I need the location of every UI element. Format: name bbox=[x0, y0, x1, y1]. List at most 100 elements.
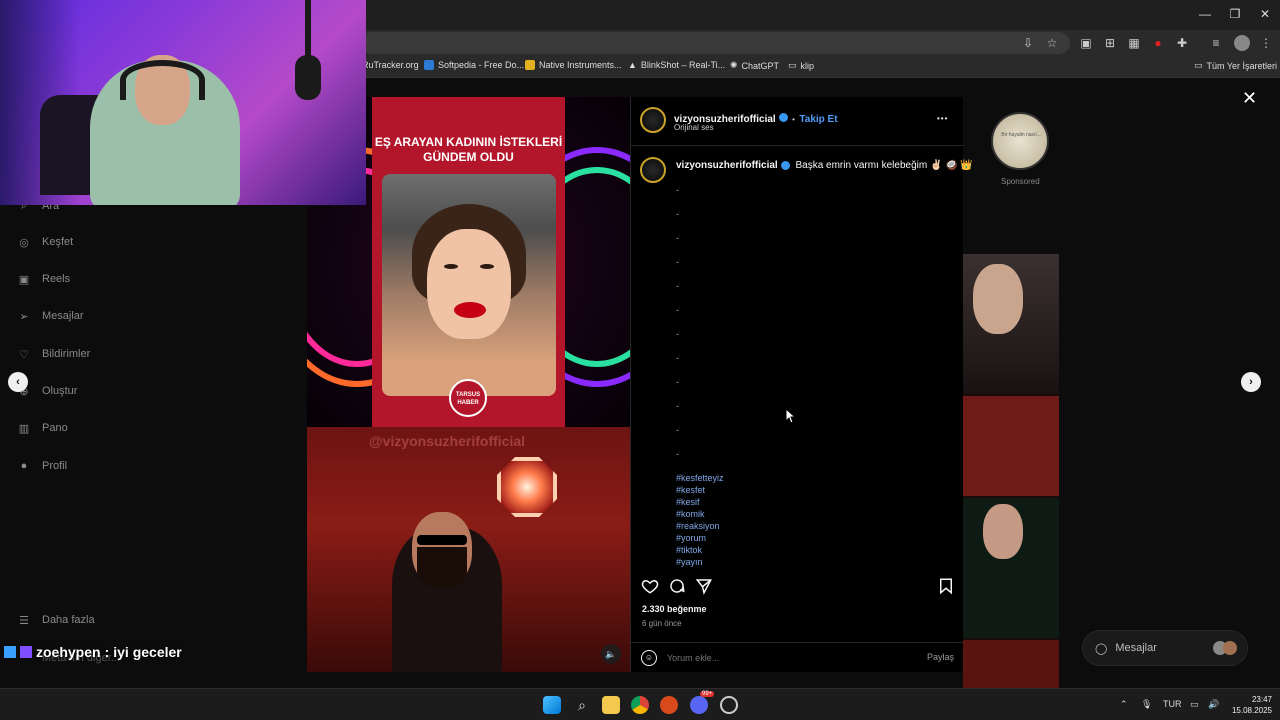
microphone-icon[interactable]: 🎙 bbox=[1141, 699, 1152, 710]
messages-button[interactable]: ◯ Mesajlar bbox=[1082, 630, 1248, 666]
comment-icon[interactable] bbox=[668, 577, 686, 595]
translate-icon[interactable]: ⊞ bbox=[1102, 35, 1118, 51]
headset bbox=[120, 60, 205, 100]
profile-avatar[interactable] bbox=[1234, 35, 1250, 51]
language-indicator[interactable]: TUR bbox=[1163, 699, 1182, 709]
hashtag[interactable]: #reaksiyon bbox=[676, 521, 720, 531]
caption-dash: - bbox=[676, 185, 679, 195]
hashtag[interactable]: #kesfet bbox=[676, 485, 705, 495]
restore-icon[interactable]: ❐ bbox=[1220, 4, 1250, 24]
audio-label[interactable]: Orijinal ses bbox=[674, 123, 714, 132]
caption-username[interactable]: vizyonsuzherifofficial bbox=[676, 160, 778, 171]
previous-post-arrow[interactable]: ‹ bbox=[8, 372, 28, 392]
hashtag[interactable]: #kesfetteyiz bbox=[676, 473, 724, 483]
hashtag[interactable]: #yorum bbox=[676, 533, 706, 543]
discord-icon[interactable]: 99+ bbox=[690, 691, 715, 714]
caption-dash: - bbox=[676, 281, 679, 291]
hex-mirror bbox=[497, 457, 557, 517]
card-photo bbox=[382, 174, 556, 396]
file-explorer-icon[interactable] bbox=[602, 696, 620, 714]
sponsored-story[interactable]: Bir hayalin nasıl... bbox=[991, 112, 1049, 170]
bookmark-chatgpt[interactable]: ✺ ChatGPT bbox=[730, 60, 779, 71]
windows-start-icon[interactable] bbox=[543, 696, 561, 714]
network-icon[interactable]: ▭ bbox=[1190, 699, 1199, 710]
caption-dash: - bbox=[676, 377, 679, 387]
author-avatar[interactable] bbox=[640, 107, 666, 133]
reel-bottom-frame: @vizyonsuzherifofficial bbox=[307, 427, 630, 672]
chart-icon: ▥ bbox=[18, 422, 30, 435]
share-icon[interactable] bbox=[695, 577, 713, 595]
messages-avatars bbox=[1213, 641, 1237, 655]
hashtag[interactable]: #tiktok bbox=[676, 545, 702, 555]
comment-input[interactable] bbox=[667, 650, 907, 666]
bookmark-native-instruments[interactable]: Native Instruments... bbox=[525, 60, 622, 70]
more-options-icon[interactable]: ••• bbox=[937, 114, 948, 123]
system-clock[interactable]: 23:47 15.08.2025 bbox=[1228, 694, 1272, 716]
sidebar-item-more[interactable]: ☰ Daha fazla bbox=[16, 612, 95, 628]
volume-icon[interactable]: 🔊 bbox=[1208, 699, 1219, 710]
bookmark-rutracker[interactable]: RuTracker.org bbox=[362, 60, 419, 70]
bookmark-softpedia[interactable]: Softpedia - Free Do... bbox=[424, 60, 524, 70]
taskbar: ⌕ 99+ ⌃ 🎙 TUR ▭ 🔊 23:47 15.08.2025 bbox=[0, 688, 1280, 720]
sidebar-item-profile[interactable]: ● Profil bbox=[16, 458, 67, 474]
verified-icon bbox=[778, 113, 788, 123]
save-icon[interactable] bbox=[937, 577, 955, 595]
all-bookmarks[interactable]: ▭ Tüm Yer İşaretleri bbox=[1194, 60, 1277, 71]
calendar-extension-icon[interactable]: ▦ bbox=[1126, 35, 1142, 51]
sidebar-item-notifications[interactable]: ♡ Bildirimler bbox=[16, 346, 90, 362]
heart-icon: ♡ bbox=[19, 348, 29, 361]
chat-badge-icon bbox=[4, 646, 16, 658]
chatgpt-icon: ✺ bbox=[730, 60, 738, 70]
kebab-menu-icon[interactable]: ⋮ bbox=[1258, 35, 1274, 51]
sidebar-item-explore[interactable]: ◎ Keşfet bbox=[16, 234, 73, 250]
post-comment-button[interactable]: Paylaş bbox=[927, 652, 954, 662]
bookmark-klip[interactable]: ▭ klip bbox=[788, 60, 814, 71]
caption-dash: - bbox=[676, 425, 679, 435]
softpedia-icon bbox=[424, 60, 434, 70]
puzzle-icon[interactable]: ✚ bbox=[1174, 35, 1190, 51]
verified-icon bbox=[780, 160, 790, 170]
reels-icon: ▣ bbox=[18, 273, 30, 286]
app-icon[interactable] bbox=[720, 696, 738, 714]
like-count[interactable]: 2.330 beğenme bbox=[642, 604, 707, 614]
screen: — ❐ ✕ ⇩ ☆ ▣ ⊞ ▦ ● ✚ ≡ ⋮ RuTracker.org So… bbox=[0, 0, 1280, 720]
volume-icon[interactable]: 🔈 bbox=[601, 644, 621, 664]
sidebar-item-messages[interactable]: ➢ Mesajlar bbox=[16, 308, 83, 324]
sidebar-item-dashboard[interactable]: ▥ Pano bbox=[16, 420, 68, 436]
compass-icon: ◎ bbox=[19, 236, 29, 249]
caption-avatar[interactable] bbox=[640, 157, 666, 183]
hashtag[interactable]: #kesif bbox=[676, 497, 700, 507]
folder-icon bbox=[525, 60, 535, 70]
folder-outline-icon: ▭ bbox=[788, 60, 797, 70]
app-icon[interactable] bbox=[660, 696, 678, 714]
install-icon[interactable]: ⇩ bbox=[1020, 35, 1036, 51]
microphone bbox=[295, 55, 321, 100]
window-close-icon[interactable]: ✕ bbox=[1250, 4, 1280, 24]
next-post-arrow[interactable]: › bbox=[1241, 372, 1261, 392]
sidebar-item-reels[interactable]: ▣ Reels bbox=[16, 271, 70, 287]
tray-chevron-icon[interactable]: ⌃ bbox=[1120, 699, 1128, 710]
address-bar[interactable]: ⇩ ☆ bbox=[360, 32, 1070, 54]
close-icon[interactable]: ✕ bbox=[1242, 88, 1257, 109]
next-post-preview[interactable] bbox=[963, 254, 1059, 688]
caption-dash: - bbox=[676, 329, 679, 339]
search-icon[interactable]: ⌕ bbox=[573, 696, 591, 714]
emoji-icon[interactable]: ☺ bbox=[641, 650, 657, 666]
post-panel: vizyonsuzherifofficial • Takip Et Orijin… bbox=[630, 97, 973, 672]
chrome-icon[interactable] bbox=[631, 696, 649, 714]
hashtag[interactable]: #komik bbox=[676, 509, 705, 519]
discord-badge: 99+ bbox=[700, 691, 715, 697]
stream-chat-message: zoehypen : iyi geceler bbox=[4, 644, 182, 660]
mouse-cursor-icon bbox=[786, 409, 796, 424]
follow-button[interactable]: Takip Et bbox=[799, 114, 837, 125]
card-title: EŞ ARAYAN KADININ İSTEKLERİ GÜNDEM OLDU bbox=[374, 135, 563, 164]
hashtag[interactable]: #yayın bbox=[676, 557, 703, 567]
extension-icon[interactable]: ▣ bbox=[1078, 35, 1094, 51]
media-control-icon[interactable]: ≡ bbox=[1208, 35, 1224, 51]
bookmark-blinkshot[interactable]: ▲ BlinkShot – Real-Ti... bbox=[628, 60, 725, 70]
minimize-icon[interactable]: — bbox=[1190, 4, 1220, 24]
caption-dash: - bbox=[676, 209, 679, 219]
like-icon[interactable] bbox=[641, 577, 659, 595]
record-icon[interactable]: ● bbox=[1150, 35, 1166, 51]
bookmark-star-icon[interactable]: ☆ bbox=[1044, 35, 1060, 51]
